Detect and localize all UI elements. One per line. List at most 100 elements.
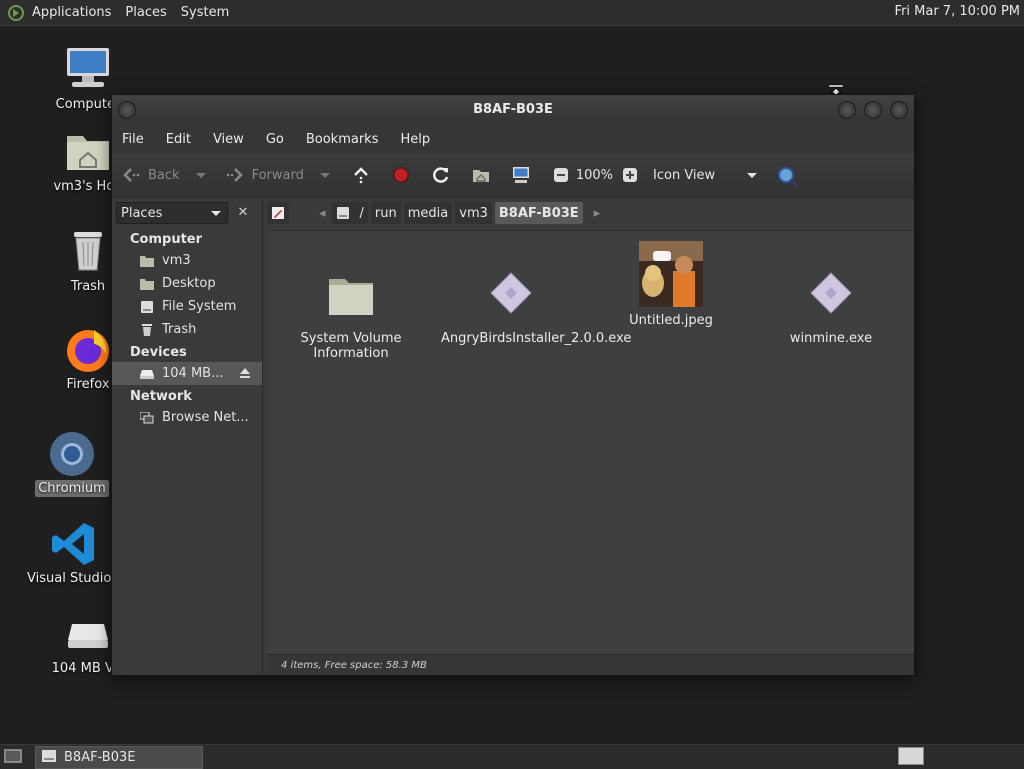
desktop-icon-label: Trash	[70, 279, 106, 294]
desktop-folder-icon	[140, 278, 154, 290]
clock[interactable]: Fri Mar 7, 10:00 PM	[895, 4, 1020, 19]
file-view[interactable]: System Volume Information AngryBirdsInst…	[267, 230, 914, 654]
menubar: File Edit View Go Bookmarks Help	[112, 125, 914, 153]
window-title: B8AF-B03E	[473, 102, 553, 117]
file-item[interactable]: winmine.exe	[761, 261, 901, 346]
desktop-icon-label: Firefox	[66, 377, 110, 392]
file-name: System Volume Information	[300, 331, 402, 361]
desktop-icon-chromium[interactable]: Chromium	[22, 430, 122, 497]
chevron-down-icon	[747, 172, 758, 178]
sidebar-item-trash[interactable]: Trash	[112, 318, 262, 341]
zoom-in-button[interactable]	[621, 166, 639, 184]
minimize-button[interactable]	[838, 101, 856, 119]
breadcrumb-root[interactable]: /	[331, 202, 368, 224]
up-button[interactable]	[352, 166, 378, 184]
back-arrow-icon	[122, 166, 140, 184]
file-manager-window: B8AF-B03E File Edit View Go Bookmarks He…	[111, 94, 915, 676]
sidebar-item-browse-network[interactable]: Browse Net...	[112, 406, 262, 429]
stop-button[interactable]	[392, 166, 418, 184]
close-button[interactable]	[890, 101, 908, 119]
sidebar-item-volume[interactable]: 104 MB...	[112, 362, 262, 385]
home-button[interactable]	[472, 166, 498, 184]
breadcrumb-label: /	[359, 205, 364, 221]
sidebar-header: Places ✕	[112, 198, 262, 228]
section-title-devices: Devices	[130, 345, 187, 360]
breadcrumb-vm3[interactable]: vm3	[455, 202, 492, 224]
sidebar-type-label: Places	[121, 205, 163, 221]
drive-icon	[64, 610, 112, 658]
top-panel: Applications Places System Fri Mar 7, 10…	[0, 0, 1024, 26]
view-mode-select[interactable]: Icon View	[653, 167, 758, 183]
menu-view[interactable]: View	[213, 132, 244, 147]
file-item[interactable]: System Volume Information	[281, 261, 421, 361]
sidebar-item-vm3[interactable]: vm3	[112, 249, 262, 272]
eject-icon[interactable]	[240, 368, 250, 378]
applications-menu[interactable]: Applications	[32, 5, 111, 20]
trash-icon	[140, 323, 154, 336]
distro-logo-icon[interactable]	[8, 4, 24, 21]
maximize-button[interactable]	[864, 101, 882, 119]
menu-file[interactable]: File	[122, 132, 144, 147]
breadcrumb-current[interactable]: B8AF-B03E	[494, 202, 583, 224]
forward-button[interactable]: Forward	[226, 166, 330, 184]
drive-icon	[42, 749, 56, 766]
home-folder-icon	[64, 128, 112, 176]
drive-icon	[140, 368, 154, 380]
workspace-switcher-icon[interactable]	[898, 747, 924, 765]
home-folder-icon	[140, 255, 154, 267]
sidebar-item-desktop[interactable]: Desktop	[112, 272, 262, 295]
forward-history-chevron-icon[interactable]	[319, 172, 330, 178]
path-scroll-right-icon[interactable]: ▸	[594, 206, 601, 221]
breadcrumb-run[interactable]: run	[370, 202, 401, 224]
path-scroll-left-icon[interactable]: ◂	[319, 206, 326, 221]
stop-icon	[392, 166, 410, 184]
close-sidebar-icon[interactable]: ✕	[232, 202, 254, 224]
zoom-out-button[interactable]	[552, 166, 570, 184]
zoom-out-icon	[552, 166, 570, 184]
breadcrumb-media[interactable]: media	[403, 202, 453, 224]
trash-icon	[64, 228, 112, 276]
menu-edit[interactable]: Edit	[166, 132, 191, 147]
file-item[interactable]: Untitled.jpeg	[601, 241, 741, 328]
search-button[interactable]	[777, 166, 803, 188]
taskbar-item[interactable]: B8AF-B03E	[35, 746, 203, 769]
edit-location-icon[interactable]	[267, 202, 289, 224]
view-mode-label: Icon View	[653, 167, 716, 183]
reload-button[interactable]	[432, 166, 458, 184]
sidebar-item-file-system[interactable]: File System	[112, 295, 262, 318]
firefox-icon	[64, 326, 112, 374]
sidebar: Places ✕ Computer vm3 Desktop File Syste…	[112, 198, 263, 675]
menu-go[interactable]: Go	[266, 132, 284, 147]
file-name: winmine.exe	[789, 331, 873, 346]
search-icon	[777, 166, 799, 188]
computer-button[interactable]	[512, 166, 538, 184]
chromium-icon	[48, 430, 96, 478]
section-title-network: Network	[130, 389, 192, 404]
show-desktop-icon[interactable]	[4, 748, 22, 768]
menu-help[interactable]: Help	[400, 132, 430, 147]
forward-arrow-icon	[226, 166, 244, 184]
section-title-computer: Computer	[130, 232, 203, 247]
network-icon	[139, 411, 154, 424]
toolbar: Back Forward 100% Icon View	[112, 153, 914, 198]
zoom-level: 100%	[575, 167, 614, 183]
back-history-chevron-icon[interactable]	[195, 172, 206, 178]
up-arrow-icon	[352, 166, 370, 184]
sidebar-item-label: 104 MB...	[162, 366, 224, 381]
sidebar-type-select[interactable]: Places	[116, 202, 228, 224]
menu-bookmarks[interactable]: Bookmarks	[306, 132, 379, 147]
file-item[interactable]: AngryBirdsInstaller_2.0.0.exe	[441, 261, 631, 346]
desktop-icon-vscode[interactable]: Visual Studio Co	[24, 520, 133, 587]
sidebar-item-label: Desktop	[162, 276, 216, 291]
folder-icon	[319, 261, 383, 325]
vscode-icon	[50, 520, 98, 568]
forward-label: Forward	[251, 167, 304, 183]
back-label: Back	[148, 167, 180, 183]
window-titlebar[interactable]: B8AF-B03E	[112, 95, 914, 125]
system-menu[interactable]: System	[181, 5, 229, 20]
file-name: Untitled.jpeg	[629, 313, 713, 328]
chevron-down-icon	[211, 210, 221, 216]
zoom-in-icon	[621, 166, 639, 184]
places-menu[interactable]: Places	[125, 5, 166, 20]
back-button[interactable]: Back	[122, 166, 206, 184]
